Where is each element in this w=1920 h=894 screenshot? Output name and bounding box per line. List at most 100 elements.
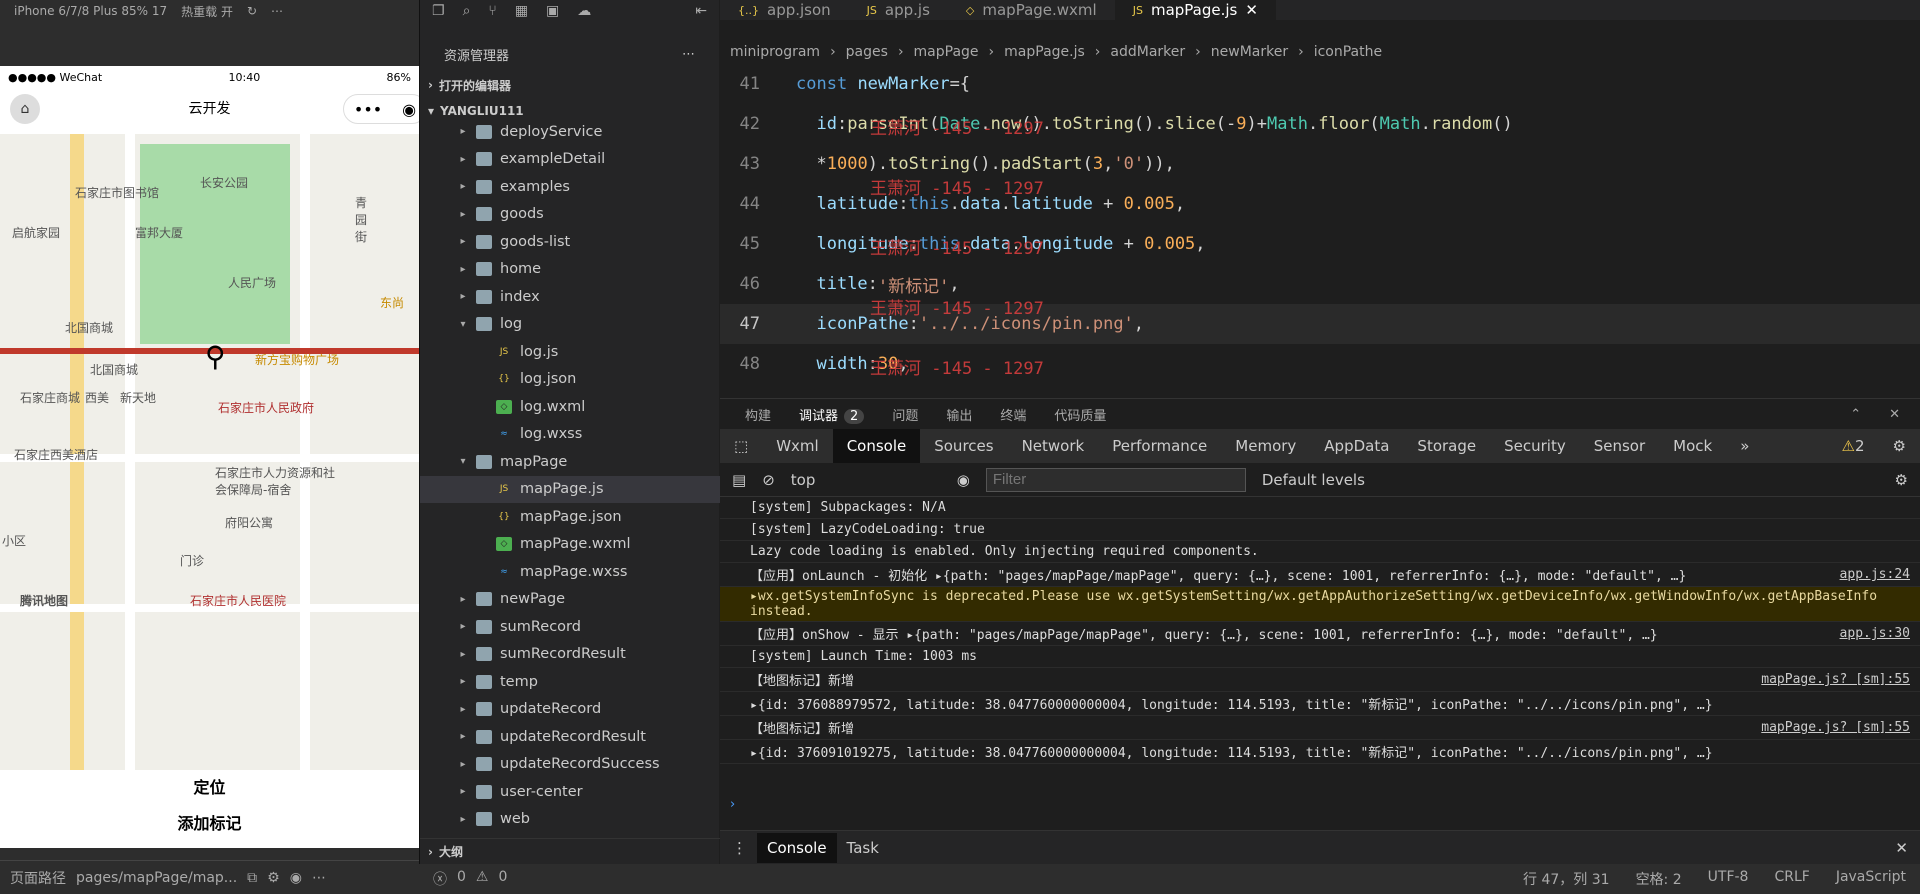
tree-item[interactable]: ▸ sumRecord xyxy=(420,613,720,641)
close-icon[interactable]: ✕ xyxy=(1245,1,1258,19)
tab-problems[interactable]: 问题 xyxy=(892,405,918,424)
map-view[interactable]: 石家庄市图书馆 长安公园 启航家园 富邦大厦 人民广场 北国商城 北国商城 新方… xyxy=(0,134,419,770)
page-path-label[interactable]: 页面路径 xyxy=(10,868,66,888)
tree-item[interactable]: ▸ index xyxy=(420,283,720,311)
indent-setting[interactable]: 空格: 2 xyxy=(1636,869,1682,889)
tree-item[interactable]: ▸ temp xyxy=(420,668,720,696)
breadcrumb-item[interactable]: miniprogram xyxy=(730,44,820,60)
clear-console-icon[interactable]: ⊘ xyxy=(762,471,775,489)
console-source-link[interactable]: app.js:30 xyxy=(1840,626,1910,641)
drawer-menu-icon[interactable]: ⋮ xyxy=(732,839,747,857)
breadcrumb-item[interactable]: pages xyxy=(846,44,888,60)
devtools-tab[interactable]: Console xyxy=(832,429,921,463)
warning-count-badge[interactable]: ⚠ 2 xyxy=(1828,429,1879,463)
source-control-icon[interactable]: ⑂ xyxy=(488,3,496,19)
tree-item[interactable]: ▸ goods xyxy=(420,201,720,229)
levels-dropdown[interactable]: Default levels xyxy=(1262,471,1365,489)
chevron-up-icon[interactable]: ⌃ xyxy=(1850,407,1861,422)
breadcrumb-item[interactable]: iconPathe xyxy=(1314,44,1382,60)
menu-dots-icon[interactable]: ••• xyxy=(354,100,382,119)
tree-item[interactable]: ≈ log.wxss xyxy=(420,421,720,449)
code-editor[interactable]: 41 const newMarker ={ 42 id: parseInt(Date.… xyxy=(720,64,1920,394)
eye-icon[interactable]: ◉ xyxy=(290,870,302,886)
tab-debugger[interactable]: 调试器 2 xyxy=(799,405,865,424)
tree-item[interactable]: ▸ goods-list xyxy=(420,228,720,256)
tree-item[interactable]: ▸ home xyxy=(420,256,720,284)
home-icon[interactable]: ⌂ xyxy=(10,94,40,124)
extensions-icon[interactable]: ▦ xyxy=(515,3,528,19)
close-circle-icon[interactable]: ◉ xyxy=(402,100,416,119)
devtools-tab[interactable]: Network xyxy=(1008,429,1099,463)
search-icon[interactable]: ⌕ xyxy=(463,3,471,19)
eye-icon[interactable]: ◉ xyxy=(957,471,970,489)
encoding[interactable]: UTF-8 xyxy=(1708,869,1749,889)
sidebar-toggle-icon[interactable]: ▤ xyxy=(732,471,746,489)
tree-item[interactable]: ▸ user-center xyxy=(420,778,720,806)
add-marker-button[interactable]: 添加标记 xyxy=(0,806,419,842)
devtools-tab[interactable]: Wxml xyxy=(762,429,833,463)
tree-item[interactable]: {} log.json xyxy=(420,366,720,394)
breadcrumb-item[interactable]: mapPage.js xyxy=(1004,44,1085,60)
devtools-tab[interactable]: Sensor xyxy=(1580,429,1659,463)
tree-item[interactable]: ▸ exampleDetail xyxy=(420,146,720,174)
editor-tab[interactable]: JS app.js xyxy=(849,0,948,20)
editor-tab[interactable]: JS mapPage.js ✕ xyxy=(1114,0,1276,20)
devtools-tab[interactable]: Performance xyxy=(1098,429,1221,463)
drawer-tab-console[interactable]: Console xyxy=(757,832,837,863)
tree-item[interactable]: ▸ updateRecordResult xyxy=(420,723,720,751)
open-editors-section[interactable]: › 打开的编辑器 xyxy=(420,72,720,98)
context-selector[interactable]: top xyxy=(791,471,941,489)
more-tabs-icon[interactable]: » xyxy=(1726,429,1763,463)
debug-icon[interactable]: ▣ xyxy=(546,3,559,19)
cursor-position[interactable]: 行 47，列 31 xyxy=(1523,869,1610,889)
devtools-tab[interactable]: Sources xyxy=(920,429,1007,463)
collapse-icon[interactable]: ⇤ xyxy=(695,3,707,19)
more-icon[interactable]: ⋯ xyxy=(682,47,695,62)
tree-item[interactable]: ◇ log.wxml xyxy=(420,393,720,421)
console-source-link[interactable]: mapPage.js? [sm]:55 xyxy=(1761,720,1910,735)
tree-item[interactable]: ▸ newPage xyxy=(420,586,720,614)
gear-icon[interactable]: ⚙ xyxy=(1879,429,1920,463)
devtools-tab[interactable]: Security xyxy=(1490,429,1580,463)
editor-tab[interactable]: ◇ mapPage.wxml xyxy=(948,0,1115,20)
tree-item[interactable]: ▾ log xyxy=(420,311,720,339)
copy-icon[interactable]: ⧉ xyxy=(247,870,257,886)
gear-icon[interactable]: ⚙ xyxy=(1895,471,1908,489)
more-icon[interactable]: ⋯ xyxy=(271,4,283,18)
tree-item[interactable]: {} mapPage.json xyxy=(420,503,720,531)
filter-input[interactable] xyxy=(985,467,1246,492)
tree-item[interactable]: ≈ mapPage.wxss xyxy=(420,558,720,586)
more-icon[interactable]: ⋯ xyxy=(312,870,326,886)
line-ending[interactable]: CRLF xyxy=(1774,869,1809,889)
bug-icon[interactable]: ⚙ xyxy=(267,870,280,886)
refresh-icon[interactable]: ↻ xyxy=(247,4,257,18)
devtools-tab[interactable]: Mock xyxy=(1659,429,1726,463)
outline-section[interactable]: › 大纲 xyxy=(420,838,720,864)
language-mode[interactable]: JavaScript xyxy=(1836,869,1906,889)
breadcrumb-item[interactable]: newMarker xyxy=(1211,44,1288,60)
tree-item[interactable]: ▸ web xyxy=(420,806,720,834)
devtools-tab[interactable]: AppData xyxy=(1310,429,1403,463)
tree-item[interactable]: ▸ sumRecordResult xyxy=(420,641,720,669)
close-icon[interactable]: ✕ xyxy=(1889,407,1900,422)
device-selector[interactable]: iPhone 6/7/8 Plus 85% 17 xyxy=(14,4,167,18)
tab-output[interactable]: 输出 xyxy=(946,405,972,424)
tree-item[interactable]: ▾ mapPage xyxy=(420,448,720,476)
cloud-icon[interactable]: ☁ xyxy=(577,3,591,19)
editor-tab[interactable]: {..} app.json xyxy=(720,0,849,20)
tab-build[interactable]: 构建 xyxy=(745,405,771,424)
tree-item[interactable]: ▸ examples xyxy=(420,173,720,201)
map-marker-icon[interactable]: ⚲ xyxy=(205,340,233,374)
close-icon[interactable]: ✕ xyxy=(1895,839,1908,857)
console-source-link[interactable]: mapPage.js? [sm]:55 xyxy=(1761,672,1910,687)
breadcrumb-item[interactable]: mapPage xyxy=(914,44,979,60)
drawer-tab-task[interactable]: Task xyxy=(847,839,879,857)
tree-item[interactable]: ◇ mapPage.wxml xyxy=(420,531,720,559)
locate-button[interactable]: 定位 xyxy=(0,770,419,806)
tree-item[interactable]: JS log.js xyxy=(420,338,720,366)
tree-item[interactable]: ▸ updateRecordSuccess xyxy=(420,751,720,779)
files-icon[interactable]: ❐ xyxy=(432,3,445,19)
inspect-element-icon[interactable]: ⬚ xyxy=(720,429,762,463)
tree-item[interactable]: ▸ updateRecord xyxy=(420,696,720,724)
tree-item[interactable]: JS mapPage.js xyxy=(420,475,720,503)
